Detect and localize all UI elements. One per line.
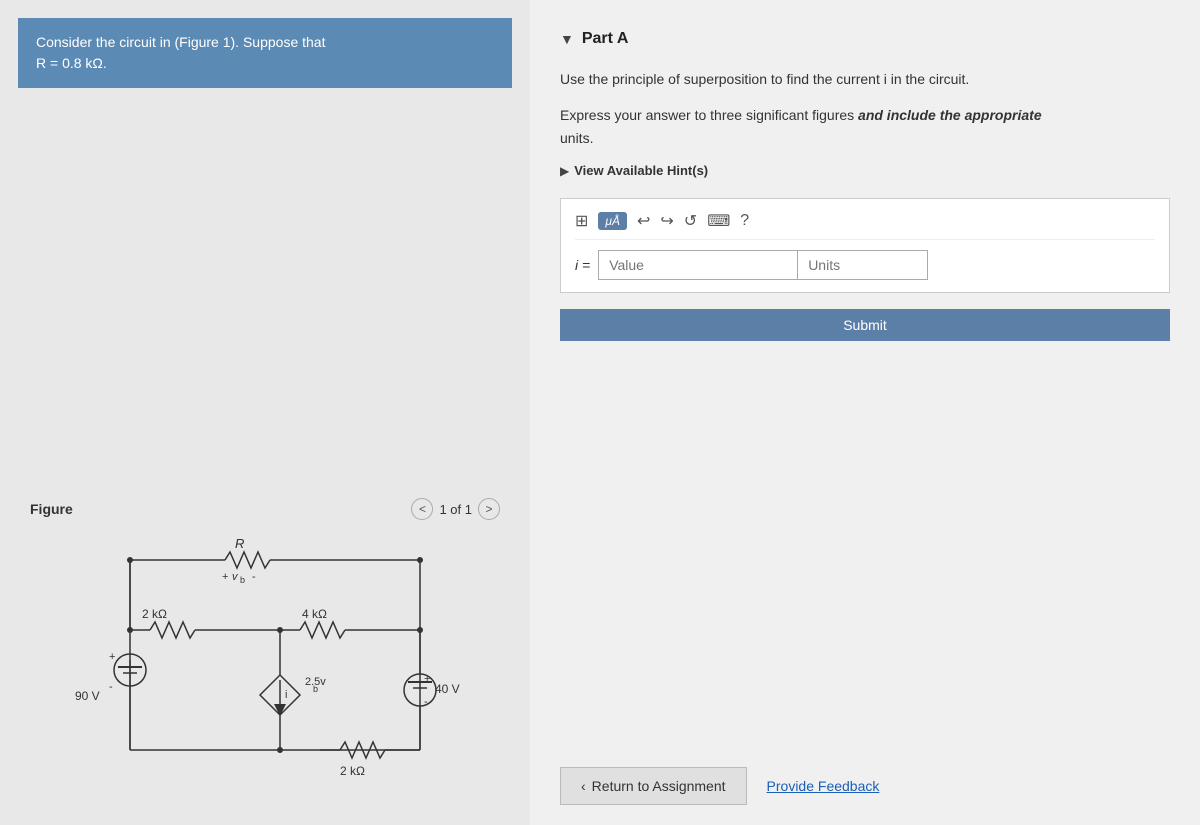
right-panel: ▼ Part A Use the principle of superposit…	[530, 0, 1200, 825]
svg-text:2 kΩ: 2 kΩ	[340, 764, 365, 778]
left-panel: Consider the circuit in (Figure 1). Supp…	[0, 0, 530, 825]
prev-page-button[interactable]: <	[411, 498, 433, 520]
svg-text:2 kΩ: 2 kΩ	[142, 607, 167, 621]
bottom-row: ‹ Return to Assignment Provide Feedback	[560, 767, 1170, 805]
svg-text:b: b	[240, 575, 245, 585]
svg-text:i: i	[285, 689, 287, 701]
svg-text:4 kΩ: 4 kΩ	[302, 607, 327, 621]
svg-text:-: -	[424, 696, 428, 708]
svg-text:90 V: 90 V	[75, 689, 100, 703]
question-line1: Use the principle of superposition to fi…	[560, 68, 1170, 90]
i-equals-label: i =	[575, 257, 590, 273]
svg-text:+: +	[222, 571, 228, 583]
pagination-controls: < 1 of 1 >	[411, 498, 500, 520]
feedback-link[interactable]: Provide Feedback	[767, 778, 880, 794]
svg-text:+: +	[424, 673, 430, 685]
svg-text:40 V: 40 V	[435, 682, 460, 696]
figure-label: Figure	[30, 501, 73, 517]
hint-expand-icon: ▶	[560, 164, 569, 178]
grid-icon[interactable]: ⊞	[575, 211, 588, 231]
refresh-icon[interactable]: ↺	[684, 211, 697, 231]
page-indicator: 1 of 1	[439, 502, 472, 517]
help-icon[interactable]: ?	[740, 212, 749, 230]
part-collapse-icon[interactable]: ▼	[560, 31, 574, 47]
answer-row: i =	[575, 250, 1155, 280]
redo-icon[interactable]: ↪	[660, 211, 673, 231]
return-label: Return to Assignment	[592, 778, 726, 794]
units-input[interactable]	[798, 250, 928, 280]
return-button[interactable]: ‹ Return to Assignment	[560, 767, 747, 805]
mu-a-badge[interactable]: μÅ	[598, 212, 627, 230]
undo-icon[interactable]: ↩	[637, 211, 650, 231]
hint-text: View Available Hint(s)	[574, 163, 708, 178]
submit-button[interactable]: Submit	[560, 309, 1170, 341]
question-line2: Express your answer to three significant…	[560, 104, 1170, 149]
svg-text:b: b	[313, 684, 318, 694]
figure-label-row: Figure < 1 of 1 >	[30, 498, 500, 520]
answer-box: ⊞ μÅ ↩ ↪ ↺ ⌨ ? i =	[560, 198, 1170, 293]
part-title: Part A	[582, 30, 629, 48]
figure-area: Figure < 1 of 1 > R + v b -	[0, 88, 530, 825]
problem-statement: Consider the circuit in (Figure 1). Supp…	[18, 18, 512, 88]
return-chevron-icon: ‹	[581, 778, 586, 794]
svg-text:-: -	[109, 681, 113, 693]
part-header: ▼ Part A	[560, 30, 1170, 48]
svg-text:v: v	[232, 571, 239, 583]
circuit-diagram: R + v b -	[70, 530, 470, 795]
svg-text:-: -	[252, 571, 256, 583]
question-line2-bold: and include the appropriate	[858, 107, 1042, 123]
toolbar: ⊞ μÅ ↩ ↪ ↺ ⌨ ?	[575, 211, 1155, 240]
value-input[interactable]	[598, 250, 798, 280]
problem-text-2: R = 0.8 kΩ.	[36, 55, 107, 71]
question-line2-prefix: Express your answer to three significant…	[560, 107, 858, 123]
hint-row[interactable]: ▶ View Available Hint(s)	[560, 163, 1170, 178]
problem-text-1: Consider the circuit in (Figure 1). Supp…	[36, 34, 325, 50]
question-line3: units.	[560, 130, 593, 146]
svg-text:+: +	[109, 651, 115, 663]
next-page-button[interactable]: >	[478, 498, 500, 520]
keyboard-icon[interactable]: ⌨	[707, 211, 730, 231]
svg-text:R: R	[235, 536, 244, 551]
